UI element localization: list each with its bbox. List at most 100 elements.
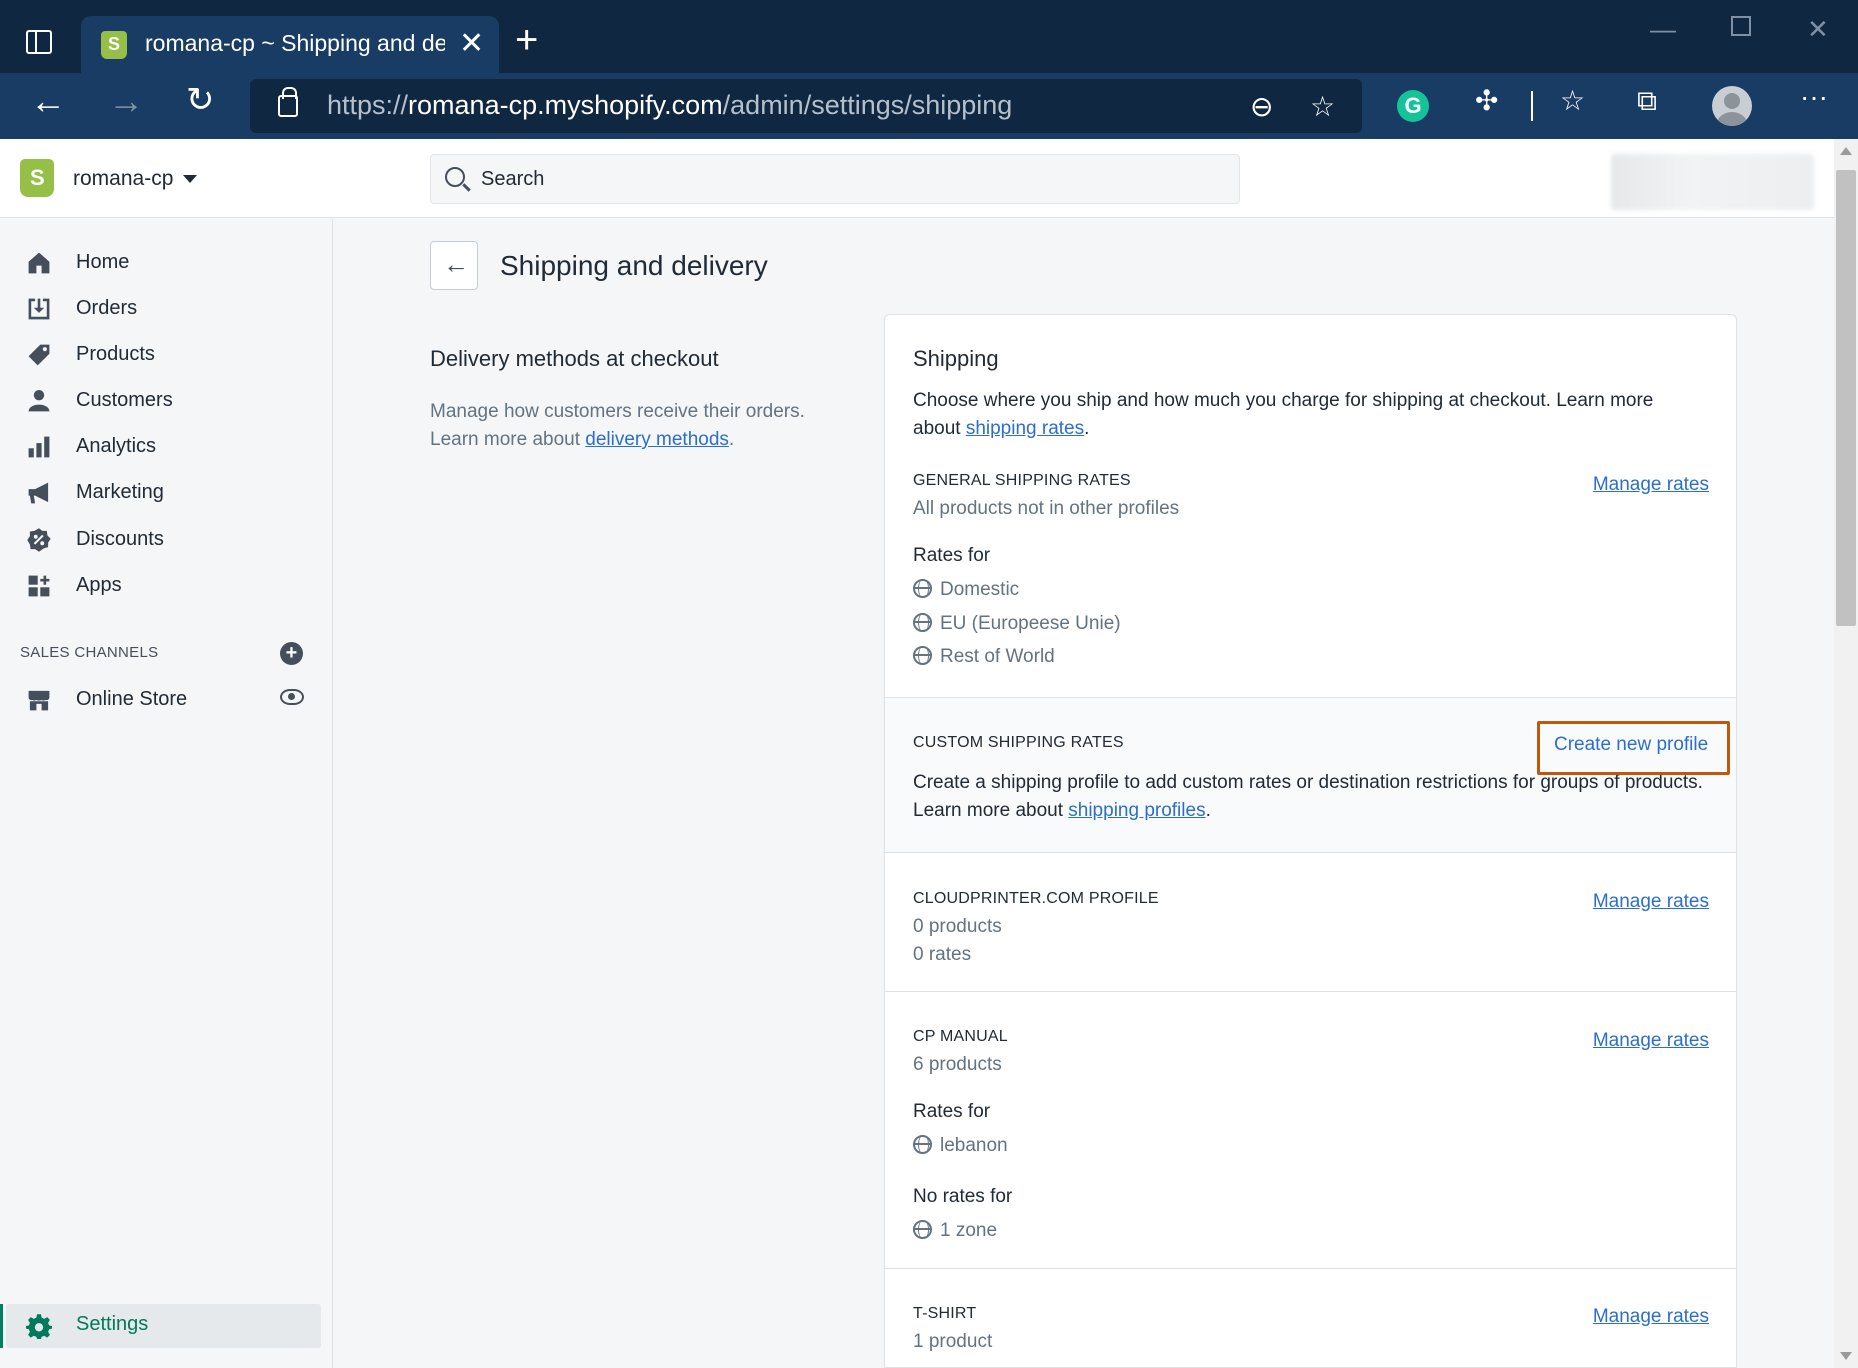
maximize-icon[interactable]: [1731, 16, 1751, 36]
rates-for-label: Rates for: [913, 545, 991, 566]
custom-rates-description: Create a shipping profile to add custom …: [913, 772, 1703, 821]
sidebar-item-label: Analytics: [76, 435, 157, 457]
search-input[interactable]: Search: [430, 154, 1240, 204]
sidebar-item-discounts[interactable]: Discounts: [0, 517, 333, 563]
shipping-card: Shipping Choose where you ship and how m…: [884, 314, 1737, 1368]
caret-down-icon[interactable]: [183, 175, 197, 183]
page-title: Shipping and delivery: [500, 250, 768, 281]
no-rates-for-label: No rates for: [913, 1186, 1013, 1207]
rates-for-label: Rates for: [913, 1101, 991, 1122]
add-sales-channel-icon[interactable]: +: [280, 642, 303, 665]
tag-icon: [28, 344, 50, 366]
extensions-icon[interactable]: ✣: [1475, 87, 1498, 115]
scroll-down-icon[interactable]: [1840, 1352, 1852, 1360]
card-title: Shipping: [913, 346, 999, 371]
tshirt-manage-rates-link[interactable]: Manage rates: [1593, 1306, 1709, 1328]
browser-tab[interactable]: romana-cp ~ Shipping and delivery ✕: [81, 16, 499, 73]
shipping-rates-link[interactable]: shipping rates: [966, 418, 1084, 439]
divider: [885, 1268, 1736, 1269]
more-options-icon[interactable]: ···: [1800, 83, 1828, 111]
cp-manual-heading: CP MANUAL: [913, 1028, 1008, 1045]
create-new-profile-label: Create new profile: [1554, 734, 1709, 755]
gear-icon: [26, 1314, 52, 1339]
forward-icon[interactable]: →: [108, 83, 144, 119]
new-tab-icon[interactable]: +: [515, 20, 538, 60]
close-tab-icon[interactable]: ✕: [459, 26, 484, 61]
sidebar-item-label: Orders: [76, 297, 138, 319]
address-toolbar: ← → ↻ https://romana-cp.myshopify.com/ad…: [0, 73, 1858, 139]
general-rates-heading: GENERAL SHIPPING RATES: [913, 472, 1131, 489]
globe-icon: [913, 1220, 932, 1239]
sidebar-item-settings[interactable]: [6, 1304, 321, 1348]
scroll-up-icon[interactable]: [1840, 147, 1852, 155]
create-new-profile-button[interactable]: Create new profile: [1537, 721, 1730, 775]
back-button[interactable]: ←: [430, 241, 478, 290]
sidebar-item-label: Products: [76, 343, 155, 365]
tab-actions-icon[interactable]: [26, 30, 52, 54]
zoom-out-icon[interactable]: ⊖: [1250, 93, 1273, 121]
delivery-methods-description: Manage how customers receive their order…: [430, 401, 805, 450]
discount-icon: [27, 528, 51, 552]
sidebar-item-label: Discounts: [76, 528, 164, 550]
bar-chart-icon: [28, 436, 50, 458]
zone-item: lebanon: [913, 1135, 1008, 1157]
url-bar[interactable]: https://romana-cp.myshopify.com/admin/se…: [250, 79, 1362, 133]
add-favorite-icon[interactable]: ☆: [1310, 93, 1335, 121]
cloudprinter-manage-rates-link[interactable]: Manage rates: [1593, 891, 1709, 913]
settings-label[interactable]: Settings: [76, 1313, 148, 1336]
tab-title: romana-cp ~ Shipping and delivery: [145, 30, 445, 56]
close-window-icon[interactable]: ✕: [1807, 14, 1829, 45]
divider: [885, 852, 1736, 853]
browser-titlebar: romana-cp ~ Shipping and delivery ✕ + — …: [0, 0, 1858, 73]
zone-item: Rest of World: [913, 646, 1055, 668]
shipping-profiles-link[interactable]: shipping profiles: [1068, 800, 1205, 821]
shopify-logo-icon[interactable]: [20, 159, 54, 197]
sidebar-item-analytics[interactable]: Analytics: [0, 424, 333, 470]
home-icon: [28, 252, 50, 274]
refresh-icon[interactable]: ↻: [186, 83, 215, 117]
arrow-left-icon: ←: [443, 249, 469, 279]
cp-manual-products: 6 products: [913, 1054, 1002, 1075]
back-icon[interactable]: ←: [30, 83, 66, 119]
lock-icon[interactable]: [278, 87, 298, 117]
sidebar-item-marketing[interactable]: Marketing: [0, 470, 333, 516]
apps-icon: [28, 575, 50, 597]
delivery-methods-link[interactable]: delivery methods: [585, 429, 729, 450]
general-manage-rates-link[interactable]: Manage rates: [1593, 474, 1709, 496]
favorites-icon[interactable]: ☆: [1560, 87, 1585, 115]
scrollbar-thumb[interactable]: [1836, 170, 1856, 626]
sidebar-item-label: Online Store: [76, 688, 188, 710]
profile-avatar[interactable]: [1712, 86, 1752, 126]
active-indicator: [0, 1304, 3, 1348]
globe-icon: [913, 1135, 932, 1154]
url-text[interactable]: https://romana-cp.myshopify.com/admin/se…: [327, 90, 1012, 121]
zone-item: EU (Europeese Unie): [913, 613, 1121, 635]
sidebar-item-customers[interactable]: Customers: [0, 378, 333, 424]
shopify-favicon-icon: [101, 31, 127, 59]
sidebar-item-label: Marketing: [76, 481, 164, 503]
delivery-methods-title: Delivery methods at checkout: [430, 346, 719, 371]
cp-manual-manage-rates-link[interactable]: Manage rates: [1593, 1030, 1709, 1052]
view-store-eye-icon[interactable]: [280, 689, 304, 705]
zone-item: 1 zone: [913, 1220, 997, 1242]
sidebar: Home Orders Products Customers Analytics…: [0, 219, 333, 1368]
sales-channels-heading: SALES CHANNELS: [20, 644, 159, 661]
sidebar-item-home[interactable]: Home: [0, 240, 333, 286]
sidebar-item-orders[interactable]: Orders: [0, 286, 333, 332]
sidebar-item-apps[interactable]: Apps: [0, 563, 333, 609]
cloudprinter-heading: CLOUDPRINTER.COM PROFILE: [913, 890, 1159, 907]
cloudprinter-products: 0 products: [913, 916, 1002, 937]
grammarly-extension-icon[interactable]: G: [1397, 90, 1429, 122]
general-rates-subtitle: All products not in other profiles: [913, 498, 1180, 519]
account-menu[interactable]: [1611, 154, 1814, 210]
collections-icon[interactable]: ⧉: [1637, 87, 1657, 115]
sidebar-item-products[interactable]: Products: [0, 332, 333, 378]
store-switcher[interactable]: romana-cp: [73, 167, 173, 191]
zone-item: Domestic: [913, 579, 1019, 601]
toolbar-separator: [1531, 91, 1533, 121]
sidebar-item-label: Apps: [76, 574, 122, 596]
minimize-icon[interactable]: —: [1650, 14, 1676, 45]
person-icon: [28, 389, 50, 412]
globe-icon: [913, 579, 932, 598]
divider: [885, 991, 1736, 992]
